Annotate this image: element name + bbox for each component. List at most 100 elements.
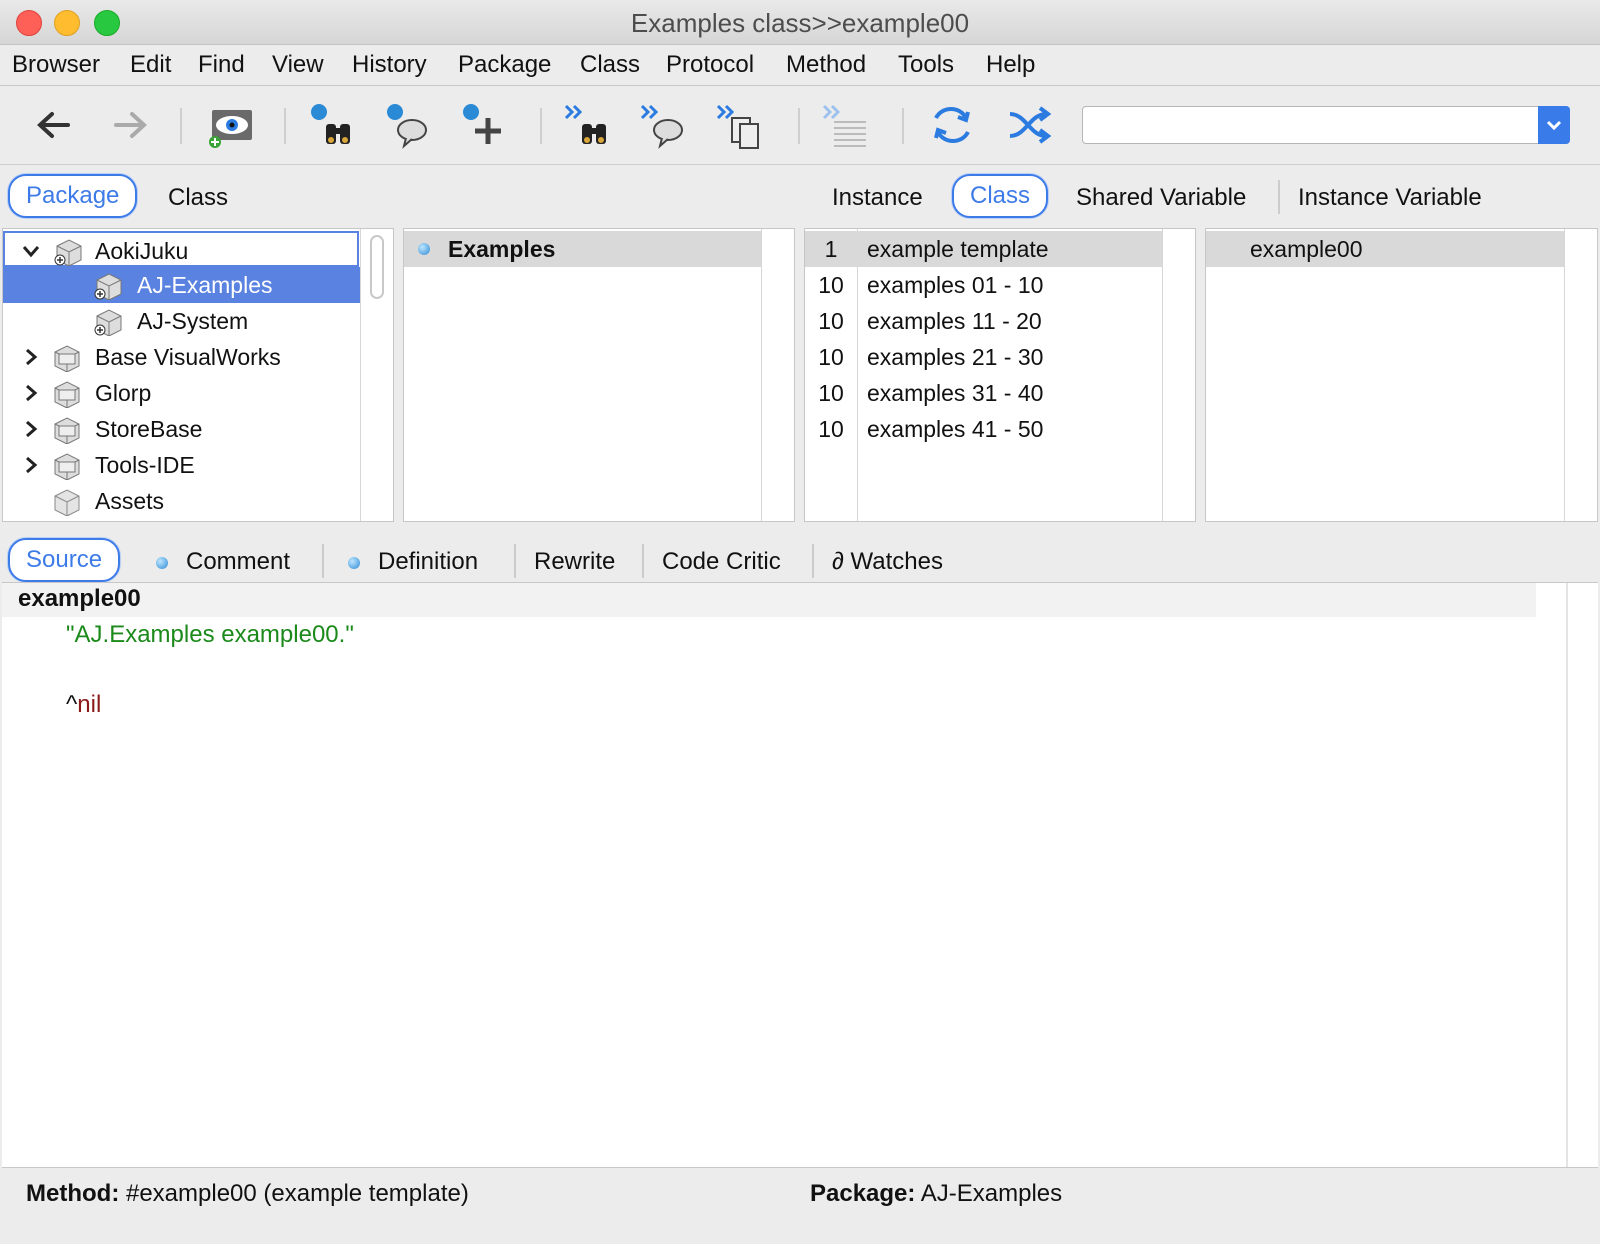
list-item[interactable]: example00 bbox=[1206, 231, 1565, 267]
menu-history[interactable]: History bbox=[352, 51, 427, 79]
refactor-swap-icon[interactable] bbox=[926, 100, 978, 150]
tab-source[interactable]: Source bbox=[8, 538, 121, 582]
return-statement: ^nil bbox=[66, 691, 101, 719]
package-label: Base VisualWorks bbox=[95, 344, 281, 370]
list-item[interactable]: AokiJuku bbox=[3, 231, 359, 267]
tab-package[interactable]: Package bbox=[8, 174, 138, 218]
tab-comment[interactable]: Comment bbox=[156, 548, 290, 576]
protocol-count: 10 bbox=[818, 380, 844, 406]
back-arrow-icon[interactable] bbox=[28, 100, 80, 150]
package-list[interactable]: AokiJuku AJ-Examples AJ-System Base Visu… bbox=[2, 228, 394, 522]
list-item[interactable]: 10 examples 01 - 10 bbox=[805, 267, 1163, 303]
list-item[interactable]: 10 examples 31 - 40 bbox=[805, 375, 1163, 411]
menu-package[interactable]: Package bbox=[458, 51, 551, 79]
package-label: AokiJuku bbox=[95, 238, 189, 264]
source-editor[interactable]: example00 "AJ.Examples example00." ^nil bbox=[2, 582, 1598, 1168]
tab-separator bbox=[514, 544, 516, 578]
menu-help[interactable]: Help bbox=[986, 51, 1035, 79]
text-lines-icon[interactable] bbox=[820, 100, 872, 150]
menu-browser[interactable]: Browser bbox=[12, 51, 100, 79]
chevron-right-icon[interactable] bbox=[21, 419, 41, 439]
list-item[interactable]: 10 examples 21 - 30 bbox=[805, 339, 1163, 375]
protocol-label: examples 21 - 30 bbox=[867, 344, 1044, 370]
shuffle-icon[interactable] bbox=[1002, 100, 1054, 150]
menu-view[interactable]: View bbox=[272, 51, 324, 79]
list-item[interactable]: Glorp bbox=[3, 375, 361, 411]
protocol-list[interactable]: 1 example template 10 examples 01 - 10 1… bbox=[804, 228, 1196, 522]
tab-separator bbox=[642, 544, 644, 578]
chevron-right-icon[interactable] bbox=[21, 455, 41, 475]
status-method-label: Method: bbox=[26, 1180, 120, 1207]
toolbar-separator bbox=[540, 108, 542, 144]
class-dot-icon bbox=[418, 243, 430, 255]
find-class-binoculars-icon[interactable] bbox=[306, 100, 358, 150]
find-comment-icon[interactable] bbox=[382, 100, 434, 150]
tab-definition[interactable]: Definition bbox=[348, 548, 478, 576]
protocol-label: examples 01 - 10 bbox=[867, 272, 1044, 298]
status-package: Package: AJ-Examples bbox=[810, 1180, 1062, 1208]
menu-edit[interactable]: Edit bbox=[130, 51, 171, 79]
inspect-eye-icon[interactable] bbox=[206, 100, 258, 150]
list-item[interactable]: 10 examples 41 - 50 bbox=[805, 411, 1163, 447]
tab-shared-variable[interactable]: Shared Variable bbox=[1076, 184, 1246, 212]
list-item[interactable]: Base VisualWorks bbox=[3, 339, 361, 375]
list-item[interactable]: Assets bbox=[3, 483, 361, 519]
protocol-count: 10 bbox=[818, 416, 844, 442]
bundle-icon bbox=[54, 453, 80, 480]
package-label: StoreBase bbox=[95, 416, 203, 442]
tab-separator bbox=[812, 544, 814, 578]
package-label: Glorp bbox=[95, 380, 152, 406]
chevron-down-icon[interactable] bbox=[1538, 106, 1570, 144]
title-bar: Examples class>>example00 bbox=[0, 0, 1600, 45]
find-next-binoculars-icon[interactable] bbox=[562, 100, 614, 150]
status-bar: Method: #example00 (example template) Pa… bbox=[0, 1168, 1600, 1244]
tab-comment-label: Comment bbox=[186, 548, 291, 575]
forward-arrow-icon[interactable] bbox=[104, 100, 156, 150]
copy-pages-icon[interactable] bbox=[714, 100, 766, 150]
package-label: AJ-System bbox=[137, 308, 249, 334]
tab-code-critic[interactable]: Code Critic bbox=[662, 548, 781, 576]
search-combobox[interactable] bbox=[1082, 106, 1570, 144]
bundle-icon bbox=[54, 417, 80, 444]
toolbar-separator bbox=[798, 108, 800, 144]
tab-class-list[interactable]: Class bbox=[168, 184, 228, 212]
menu-protocol[interactable]: Protocol bbox=[666, 51, 754, 79]
menu-tools[interactable]: Tools bbox=[898, 51, 954, 79]
tab-watches[interactable]: ∂ Watches bbox=[832, 548, 943, 576]
window-title: Examples class>>example00 bbox=[630, 8, 970, 38]
list-item[interactable]: AJ-Examples bbox=[3, 267, 361, 303]
list-item[interactable]: 10 examples 11 - 20 bbox=[805, 303, 1163, 339]
scrollbar[interactable] bbox=[1564, 229, 1597, 521]
menu-find[interactable]: Find bbox=[198, 51, 245, 79]
tab-definition-label: Definition bbox=[378, 548, 479, 575]
tab-instance-variable[interactable]: Instance Variable bbox=[1298, 184, 1482, 212]
status-method: Method: #example00 (example template) bbox=[26, 1180, 469, 1208]
scrollbar[interactable] bbox=[360, 229, 393, 521]
chevron-right-icon[interactable] bbox=[21, 347, 41, 367]
find-next-comment-icon[interactable] bbox=[638, 100, 690, 150]
status-package-value: AJ-Examples bbox=[920, 1180, 1063, 1207]
tab-instance[interactable]: Instance bbox=[832, 184, 923, 212]
list-item[interactable]: AJ-System bbox=[3, 303, 361, 339]
toolbar-separator bbox=[284, 108, 286, 144]
tab-rewrite[interactable]: Rewrite bbox=[534, 548, 615, 576]
tab-class-side[interactable]: Class bbox=[952, 174, 1049, 218]
menu-class[interactable]: Class bbox=[580, 51, 640, 79]
list-item[interactable]: Examples bbox=[404, 231, 762, 267]
list-item[interactable]: 1 example template bbox=[805, 231, 1163, 267]
scrollbar[interactable] bbox=[1162, 229, 1195, 521]
list-item[interactable]: Tools-IDE bbox=[3, 447, 361, 483]
tab-separator bbox=[1278, 180, 1280, 214]
chevron-down-icon[interactable] bbox=[21, 241, 41, 261]
scrollbar-thumb[interactable] bbox=[370, 235, 384, 299]
list-item[interactable]: StoreBase bbox=[3, 411, 361, 447]
add-icon[interactable] bbox=[458, 100, 510, 150]
class-list[interactable]: Examples bbox=[403, 228, 795, 522]
current-line-highlight bbox=[2, 583, 1536, 617]
scrollbar[interactable] bbox=[761, 229, 794, 521]
menu-bar: Browser Edit Find View History Package C… bbox=[0, 45, 1600, 86]
menu-method[interactable]: Method bbox=[786, 51, 866, 79]
method-list[interactable]: example00 bbox=[1205, 228, 1598, 522]
editor-scrollbar[interactable] bbox=[1566, 583, 1568, 1167]
chevron-right-icon[interactable] bbox=[21, 383, 41, 403]
